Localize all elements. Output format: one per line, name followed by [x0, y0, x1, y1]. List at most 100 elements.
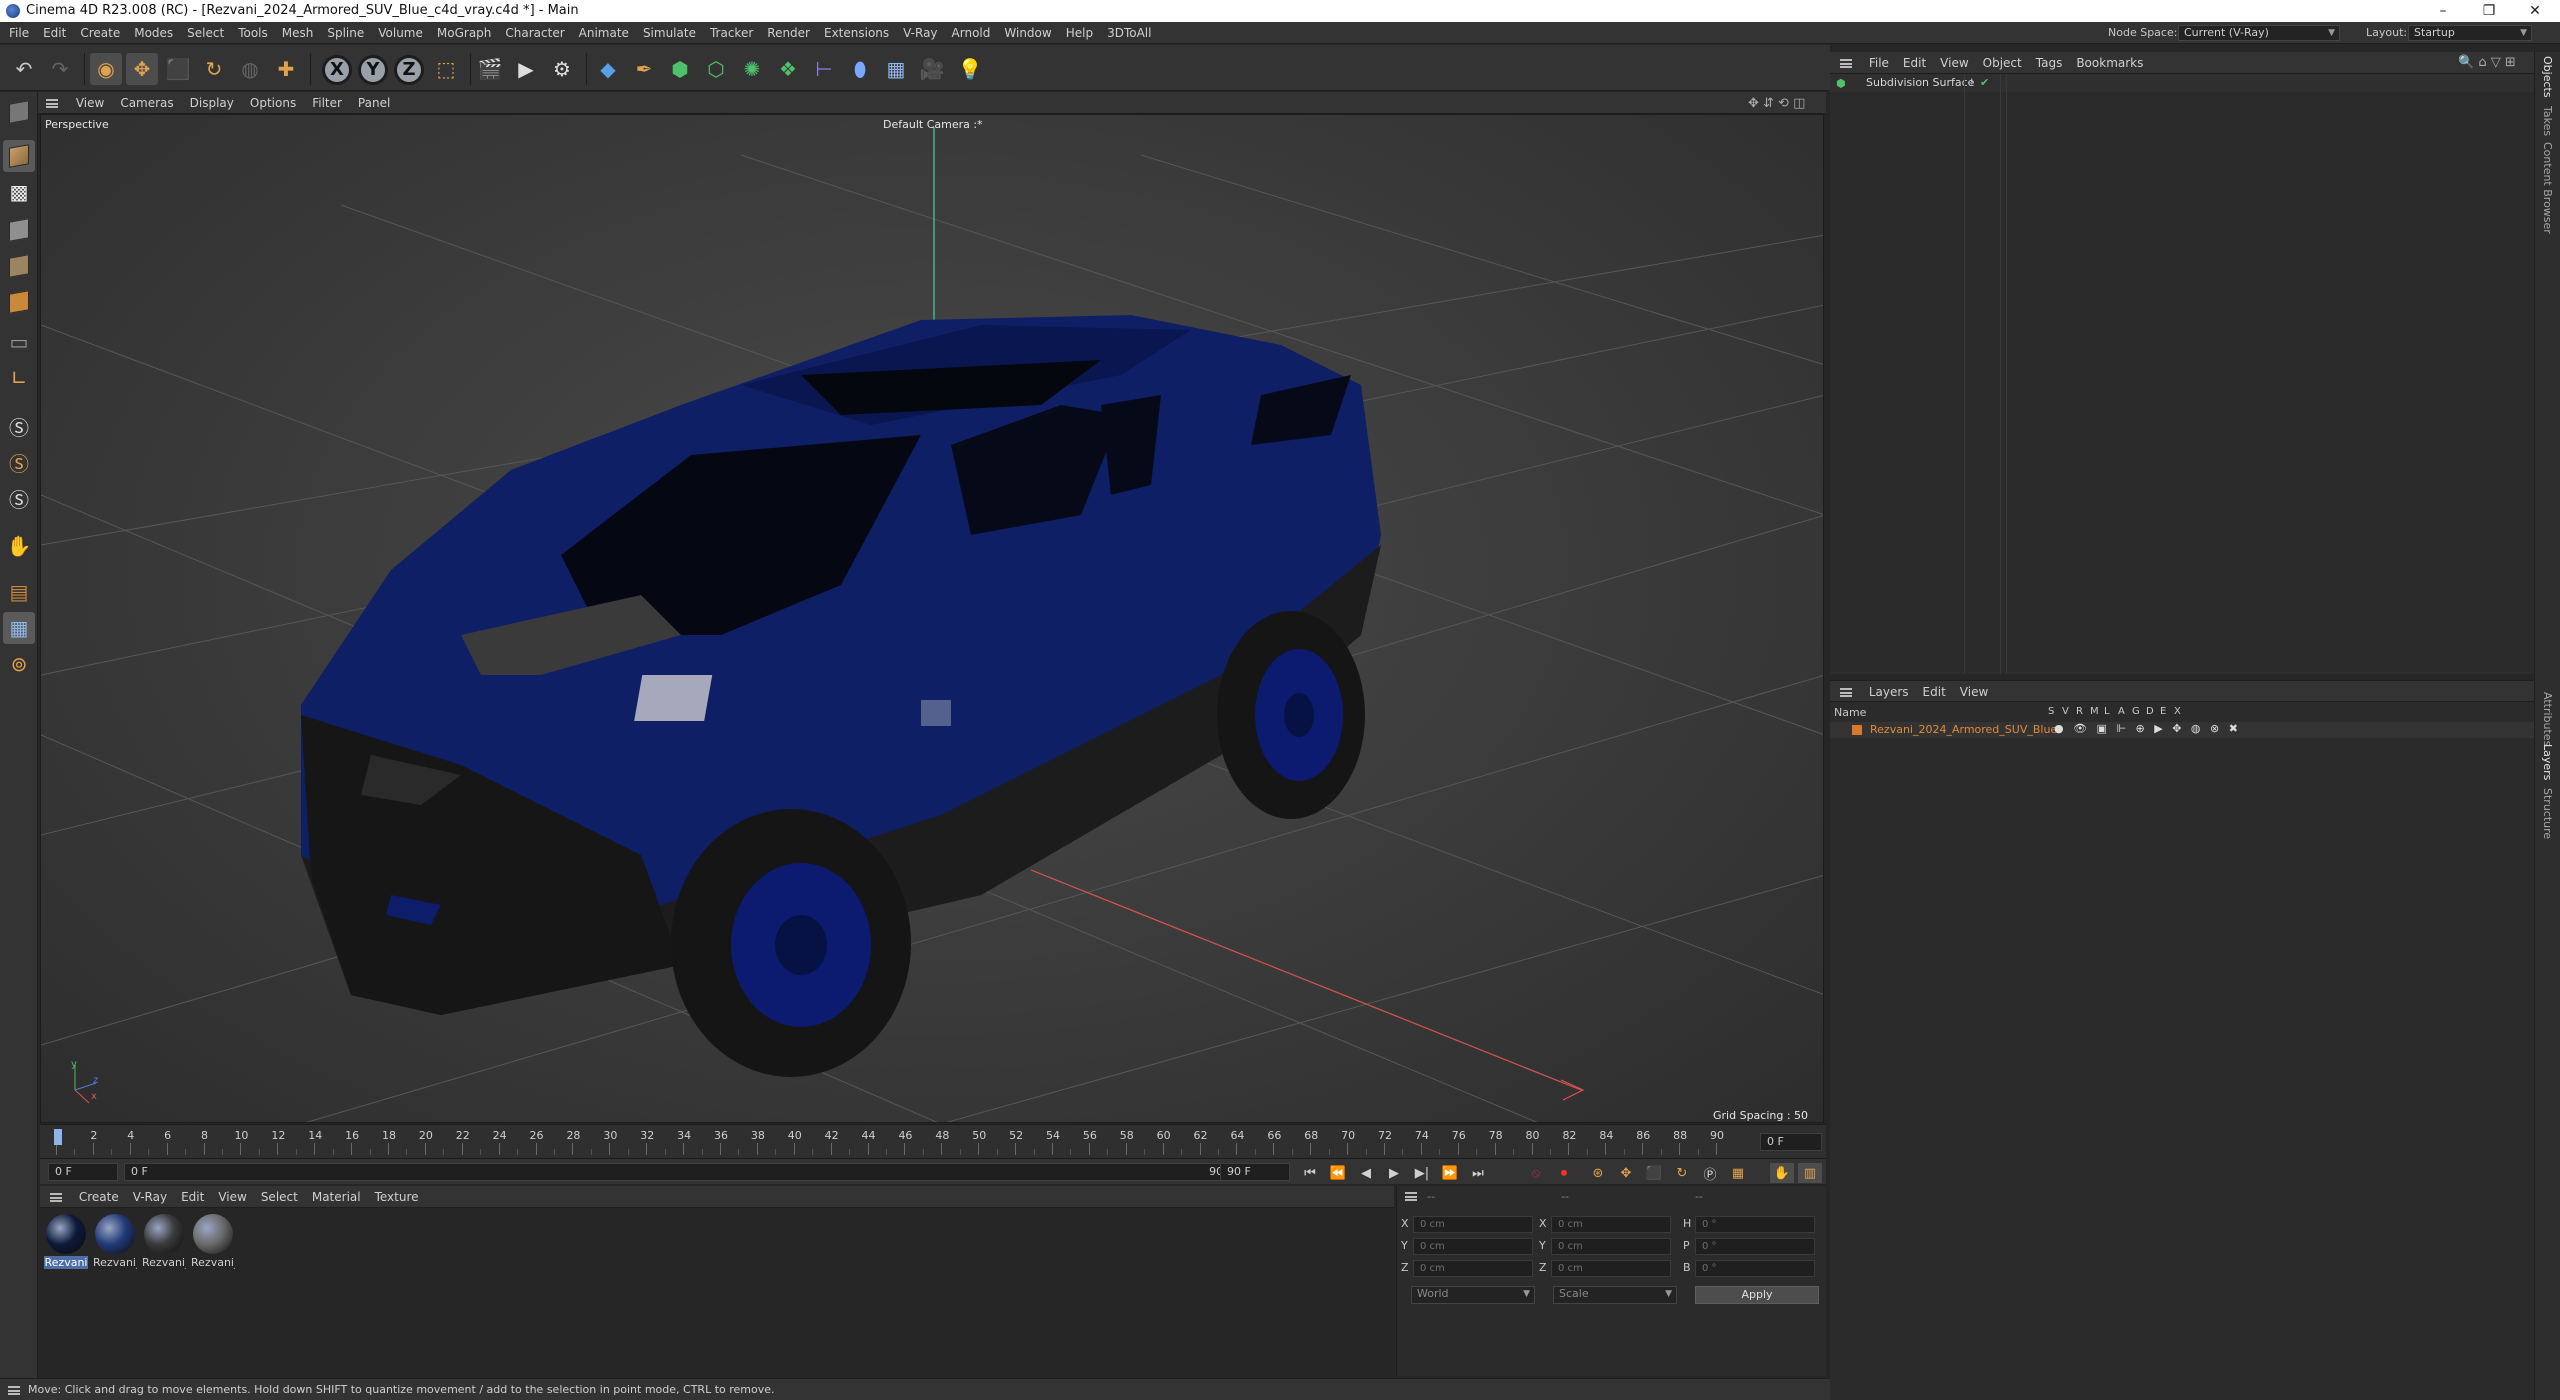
layer-flag-header[interactable]: A: [2118, 706, 2125, 717]
menu-arnold[interactable]: Arnold: [945, 22, 998, 44]
coord-value-field[interactable]: 0 cm: [1551, 1216, 1671, 1233]
live-selection-icon[interactable]: ◉: [90, 53, 122, 85]
pla-key-icon[interactable]: ▦: [1726, 1163, 1750, 1183]
menu-3dtoall[interactable]: 3DToAll: [1100, 22, 1158, 44]
render-region-icon[interactable]: 🎬: [474, 53, 506, 85]
side-tab-attributes[interactable]: Attributes: [2541, 692, 2554, 746]
menu-select[interactable]: Select: [180, 22, 231, 44]
coord-value-field[interactable]: 0 °: [1695, 1238, 1815, 1255]
z-axis-toggle[interactable]: Z: [394, 55, 424, 85]
object-name[interactable]: Subdivision Surface: [1866, 76, 1974, 89]
edges-mode-icon[interactable]: [3, 250, 35, 282]
pen-spline-icon[interactable]: ✒: [628, 53, 660, 85]
scheme-icon[interactable]: ✋: [1770, 1163, 1794, 1183]
cube-primitive-icon[interactable]: ◆: [592, 53, 624, 85]
layer-flag-header[interactable]: S: [2048, 706, 2054, 717]
menu-window[interactable]: Window: [997, 22, 1058, 44]
record-keys-icon[interactable]: ⦸: [1524, 1163, 1548, 1183]
layer-menu-edit[interactable]: Edit: [1916, 681, 1953, 703]
side-tab-content-browser[interactable]: Content Browser: [2541, 142, 2554, 234]
object-menu-bookmarks[interactable]: Bookmarks: [2069, 52, 2150, 74]
magnet-icon[interactable]: ✋: [3, 530, 35, 562]
rotate-tool-icon[interactable]: ↻: [198, 53, 230, 85]
field-icon[interactable]: ⬮: [844, 53, 876, 85]
side-tab-objects[interactable]: Objects: [2541, 56, 2554, 98]
bend-deformer-icon[interactable]: ⊢: [808, 53, 840, 85]
tweak-icon[interactable]: ⊚: [3, 648, 35, 680]
menu-edit[interactable]: Edit: [36, 22, 73, 44]
menu-tools[interactable]: Tools: [231, 22, 275, 44]
object-menu-icon[interactable]: [1840, 59, 1852, 68]
rotation-key-icon[interactable]: ↻: [1670, 1163, 1694, 1183]
layer-flag-header[interactable]: L: [2104, 706, 2110, 717]
layer-flag-header[interactable]: R: [2076, 706, 2083, 717]
side-tab-takes[interactable]: Takes: [2541, 106, 2554, 136]
workplane-icon[interactable]: ∟: [3, 362, 35, 394]
layer-flag-header[interactable]: M: [2090, 706, 2099, 717]
layer-menu-layers[interactable]: Layers: [1862, 681, 1916, 703]
mograph-cloner-icon[interactable]: ✺: [736, 53, 768, 85]
close-button[interactable]: ✕: [2512, 0, 2558, 22]
material-menu-create[interactable]: Create: [72, 1186, 126, 1208]
material-swatch[interactable]: Rezvani_: [191, 1214, 235, 1269]
previous-frame-icon[interactable]: ◀: [1354, 1163, 1378, 1183]
menu-create[interactable]: Create: [73, 22, 127, 44]
side-tab-structure[interactable]: Structure: [2541, 788, 2554, 839]
go-to-start-icon[interactable]: ⏮: [1298, 1163, 1322, 1183]
move-tool-icon[interactable]: ✥: [126, 53, 158, 85]
menu-file[interactable]: File: [2, 22, 36, 44]
menu-volume[interactable]: Volume: [371, 22, 430, 44]
viewport-menu-panel[interactable]: Panel: [350, 92, 398, 114]
position-key-icon[interactable]: ✥: [1614, 1163, 1638, 1183]
polygons-mode-icon[interactable]: [3, 286, 35, 318]
render-view-icon[interactable]: ▶: [510, 53, 542, 85]
enabled-check-icon[interactable]: ✔: [1980, 76, 1989, 89]
redo-icon[interactable]: ↷: [44, 53, 76, 85]
layer-color-swatch[interactable]: [1852, 725, 1862, 735]
object-row-subdivision[interactable]: ⬢ Subdivision Surface ⁞ ✔: [1830, 74, 2534, 92]
viewport-menu-display[interactable]: Display: [182, 92, 242, 114]
object-menu-file[interactable]: File: [1862, 52, 1896, 74]
keyframe-selection-icon[interactable]: ⊛: [1586, 1163, 1610, 1183]
menu-animate[interactable]: Animate: [572, 22, 636, 44]
grid-icon[interactable]: ▦: [3, 612, 35, 644]
coord-value-field[interactable]: 0 cm: [1413, 1260, 1533, 1277]
preview-range-slider[interactable]: 0 F 90 F: [124, 1163, 1240, 1181]
menu-extensions[interactable]: Extensions: [817, 22, 896, 44]
material-swatch[interactable]: Rezvani: [44, 1214, 88, 1269]
menu-mesh[interactable]: Mesh: [275, 22, 321, 44]
material-menu-view[interactable]: View: [211, 1186, 253, 1208]
layer-menu-icon[interactable]: [1840, 688, 1852, 697]
make-editable-icon[interactable]: [3, 96, 35, 128]
layer-row[interactable]: Rezvani_2024_Armored_SUV_Blue ● 👁 ▣ ⊩ ⊕ …: [1830, 722, 2534, 738]
apply-button[interactable]: Apply: [1695, 1286, 1819, 1304]
viewport-camera-name[interactable]: Default Camera :*: [883, 118, 983, 131]
layer-name[interactable]: Rezvani_2024_Armored_SUV_Blue: [1870, 723, 2057, 736]
start-frame-field[interactable]: 0 F: [48, 1163, 118, 1181]
layer-flag-header[interactable]: X: [2174, 706, 2181, 717]
y-axis-toggle[interactable]: Y: [358, 55, 388, 85]
floor-icon[interactable]: ▦: [880, 53, 912, 85]
subdivision-surface-icon[interactable]: ⬢: [664, 53, 696, 85]
coord-value-field[interactable]: 0 °: [1695, 1260, 1815, 1277]
minimize-button[interactable]: –: [2420, 0, 2466, 22]
texture-mode-icon[interactable]: ▩: [3, 176, 35, 208]
axis-mode-icon[interactable]: ▭: [3, 326, 35, 358]
object-menu-object[interactable]: Object: [1976, 52, 2029, 74]
coord-value-field[interactable]: 0 cm: [1551, 1260, 1671, 1277]
add-tool-icon[interactable]: ✚: [270, 53, 302, 85]
object-menu-tags[interactable]: Tags: [2029, 52, 2070, 74]
object-menu-view[interactable]: View: [1933, 52, 1975, 74]
previous-key-icon[interactable]: ⏪: [1326, 1163, 1350, 1183]
material-menu-material[interactable]: Material: [305, 1186, 368, 1208]
object-menu-edit[interactable]: Edit: [1896, 52, 1933, 74]
quantize-icon[interactable]: Ⓢ: [3, 482, 35, 514]
camera-icon[interactable]: 🎥: [916, 53, 948, 85]
material-swatch[interactable]: Rezvani_: [93, 1214, 137, 1269]
3d-viewport[interactable]: Perspective Default Camera :* Grid Spaci…: [40, 114, 1824, 1123]
autokey-icon[interactable]: ⏺: [1552, 1163, 1576, 1183]
node-space-select[interactable]: Current (V-Ray) ▼: [2178, 25, 2340, 41]
coord-value-field[interactable]: 0 cm: [1551, 1238, 1671, 1255]
x-axis-toggle[interactable]: X: [322, 55, 352, 85]
coord-value-field[interactable]: 0 cm: [1413, 1238, 1533, 1255]
